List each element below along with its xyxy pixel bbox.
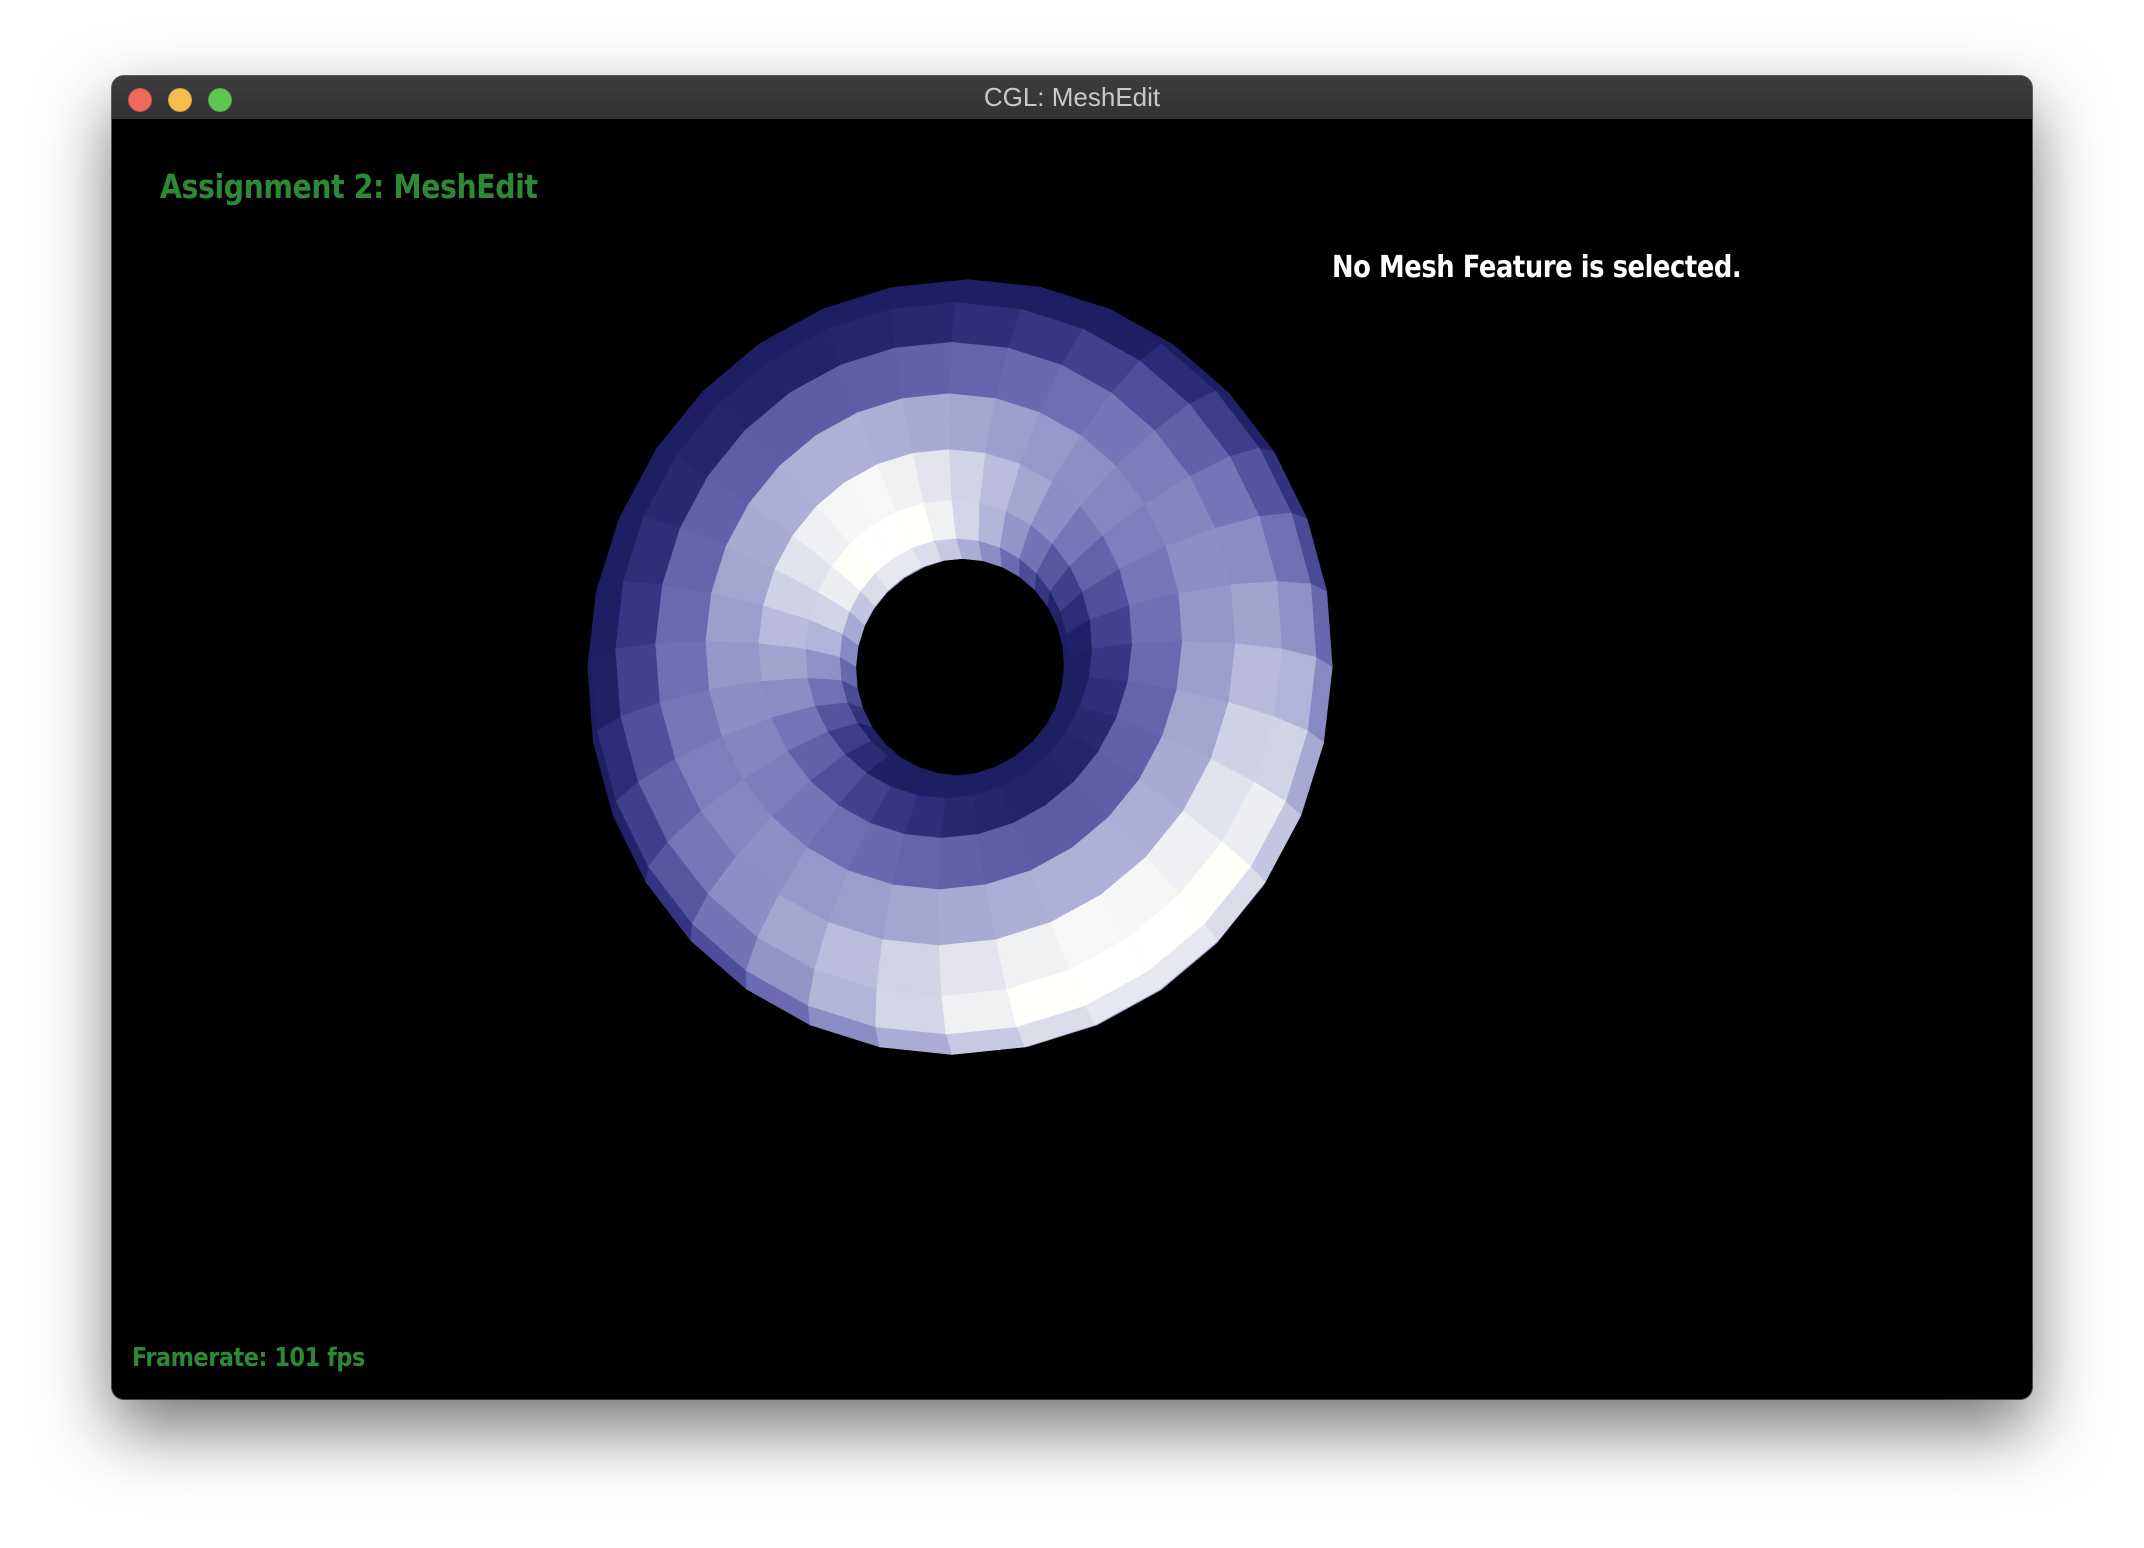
mesh-face[interactable] <box>875 988 947 1035</box>
mesh-face[interactable] <box>1276 581 1317 658</box>
mesh-face[interactable] <box>1230 581 1283 650</box>
mesh-face[interactable] <box>894 341 952 399</box>
app-window: CGL: MeshEdit Assignment 2: MeshEdit No … <box>112 76 2032 1399</box>
mesh-face[interactable] <box>938 938 1008 996</box>
mesh-face[interactable] <box>1178 584 1236 644</box>
mesh-face[interactable] <box>615 581 663 650</box>
assignment-heading: Assignment 2: MeshEdit <box>160 167 538 206</box>
mesh-face[interactable] <box>876 938 942 996</box>
title-bar[interactable]: CGL: MeshEdit <box>112 76 2032 120</box>
mesh-face[interactable] <box>890 302 957 349</box>
mesh-face[interactable] <box>940 795 979 839</box>
framerate-readout: Framerate: 101 fps <box>132 1343 365 1373</box>
render-viewport[interactable]: Assignment 2: MeshEdit No Mesh Feature i… <box>112 119 2032 1399</box>
mesh-face[interactable] <box>882 884 940 946</box>
mesh-face[interactable] <box>951 499 981 541</box>
mesh-face[interactable] <box>938 834 986 890</box>
mesh-face[interactable] <box>655 584 712 644</box>
mesh-face[interactable] <box>941 988 1018 1035</box>
mesh-face[interactable] <box>1088 643 1133 682</box>
mesh-face[interactable] <box>757 643 808 682</box>
mesh-face[interactable] <box>948 448 987 503</box>
window-title: CGL: MeshEdit <box>983 82 1161 112</box>
torus-mesh[interactable] <box>112 119 2032 1399</box>
selection-status: No Mesh Feature is selected. <box>1332 250 1742 285</box>
